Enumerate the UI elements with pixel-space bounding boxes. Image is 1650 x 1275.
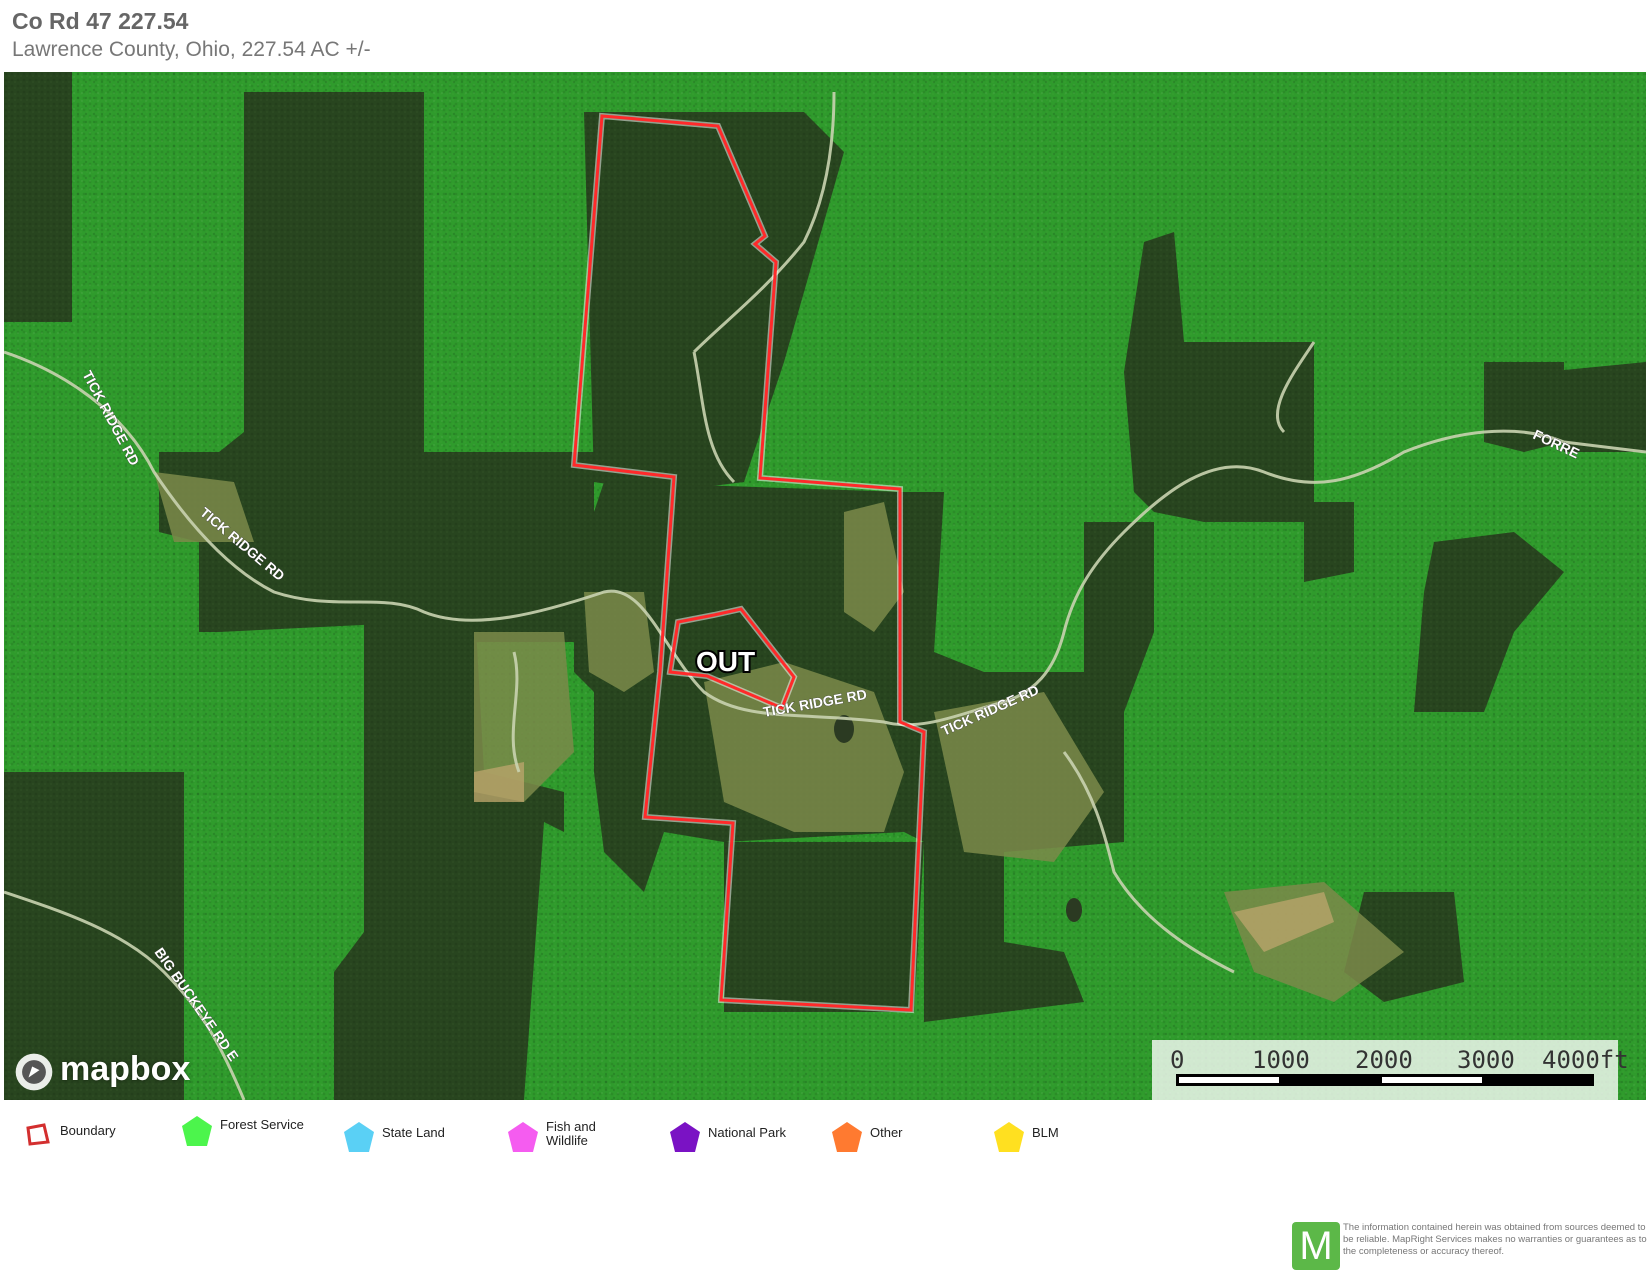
mapbox-logo-icon: [15, 1053, 53, 1091]
legend-label: Forest Service: [220, 1117, 304, 1132]
scale-tick: 3000: [1457, 1046, 1515, 1074]
fish-wildlife-icon: [508, 1122, 538, 1152]
scale-tick: 1000: [1252, 1046, 1310, 1074]
map-title: Co Rd 47 227.54: [12, 8, 189, 34]
disclaimer-text: The information contained herein was obt…: [1343, 1222, 1647, 1257]
mapright-logo-letter: M: [1299, 1224, 1333, 1268]
national-park-icon: [670, 1122, 700, 1152]
forest-service-icon: [182, 1116, 212, 1146]
blm-icon: [994, 1122, 1024, 1152]
satellite-map[interactable]: TICK RIDGE RD TICK RIDGE RD TICK RIDGE R…: [4, 72, 1646, 1100]
mapbox-attribution[interactable]: mapbox: [60, 1050, 190, 1089]
legend-label: State Land: [382, 1125, 445, 1140]
other-land-icon: [832, 1122, 862, 1152]
boundary-icon: [26, 1123, 50, 1146]
legend-label: Other: [870, 1125, 903, 1140]
mapright-logo-icon: M: [1292, 1222, 1340, 1270]
scale-tick: 2000: [1355, 1046, 1413, 1074]
legend-label: Boundary: [60, 1123, 116, 1138]
state-land-icon: [344, 1122, 374, 1152]
legend-label: BLM: [1032, 1125, 1059, 1140]
scale-bar-graphic: [1176, 1074, 1594, 1086]
excluded-label: OUT: [696, 646, 755, 677]
legend-label: National Park: [708, 1125, 787, 1140]
legend-label: Fish and Wildlife: [546, 1119, 596, 1148]
map-subtitle: Lawrence County, Ohio, 227.54 AC +/-: [12, 38, 371, 61]
scale-bar: 0 1000 2000 3000 4000ft: [1152, 1040, 1629, 1100]
scale-tick: 0: [1170, 1046, 1185, 1074]
scale-tick: 4000ft: [1542, 1046, 1629, 1074]
map-canvas: TICK RIDGE RD TICK RIDGE RD TICK RIDGE R…: [4, 72, 1646, 1100]
